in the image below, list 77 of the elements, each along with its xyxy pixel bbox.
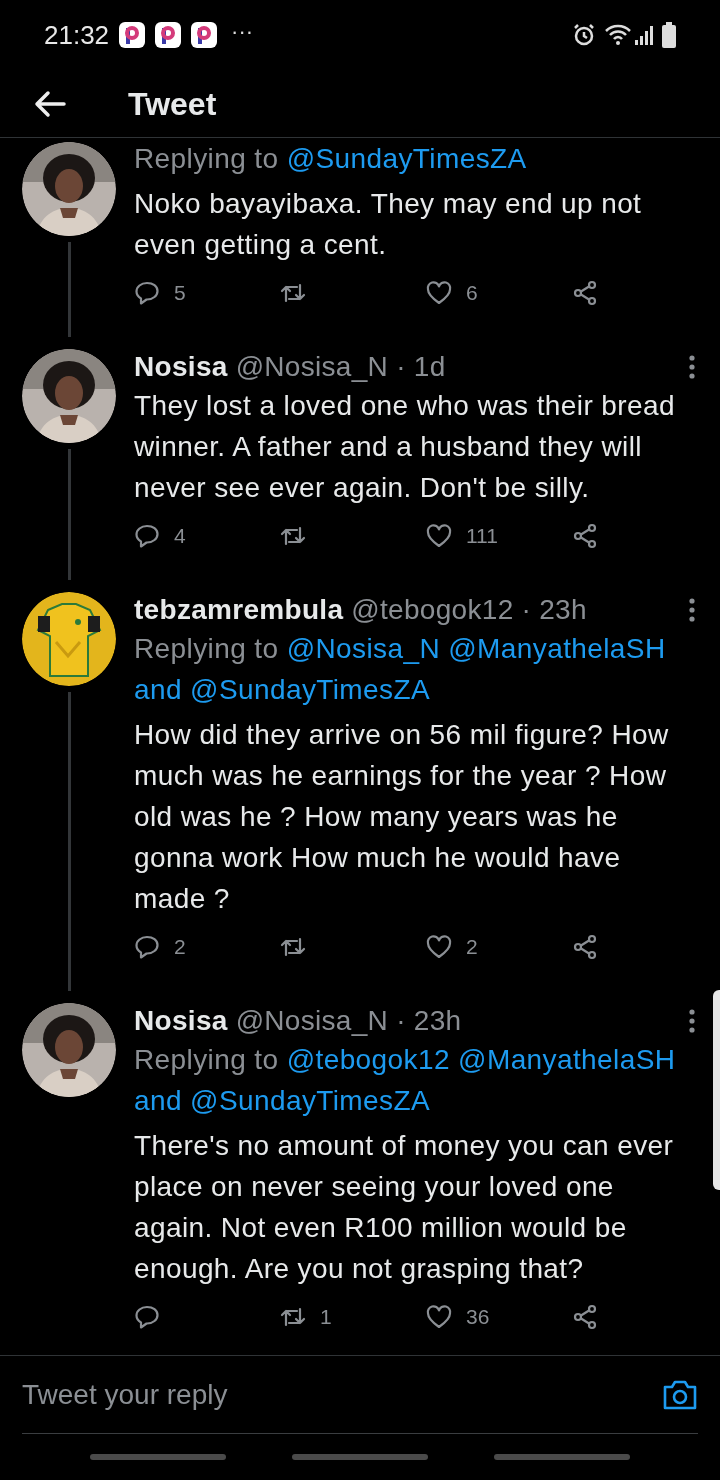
wifi-icon [604,23,632,47]
reply-count: 2 [174,934,186,961]
mention-link[interactable]: @Nosisa_N [286,633,441,664]
like-count: 6 [466,280,478,307]
app-icon [119,22,146,48]
replying-label: Replying to [134,633,279,664]
camera-button[interactable] [662,1378,698,1411]
battery-icon [662,22,676,48]
scroll-handle[interactable] [713,990,720,1190]
share-button[interactable] [572,1304,598,1330]
like-button[interactable] [426,280,452,306]
more-icon [688,598,696,622]
page-title: Tweet [128,84,217,124]
user-handle[interactable]: @Nosisa_N [235,1000,389,1042]
app-icon [191,22,218,48]
replying-label: Replying to [134,1044,279,1075]
reply-icon [134,1304,160,1330]
more-icon [688,1009,696,1033]
share-icon [572,934,598,960]
user-name[interactable]: Nosisa [134,1000,228,1042]
back-arrow-icon [34,89,66,118]
more-button[interactable] [688,1009,696,1033]
more-button[interactable] [688,355,696,379]
mention-link[interactable]: @ManyathelaSH [448,633,666,664]
mention-link[interactable]: and @SundayTimesZA [134,1085,431,1116]
reply-icon [134,523,160,549]
reply-button[interactable] [134,523,160,549]
share-button[interactable] [572,934,598,960]
like-button[interactable] [426,1304,452,1330]
user-name[interactable]: Nosisa [134,346,228,388]
reply-button[interactable] [134,280,160,306]
tweet-time: · 23h [521,593,587,627]
like-count: 36 [466,1304,490,1331]
reply-count: 4 [174,523,186,550]
replying-label: Replying to [134,143,279,174]
signal-icon [634,24,654,46]
tweet-time: · 23h [396,1004,462,1038]
heart-icon [426,523,452,549]
share-icon [572,280,598,306]
heart-icon [426,280,452,306]
user-handle[interactable]: @Nosisa_N [235,346,389,388]
alarm-icon [572,23,596,47]
heart-icon [426,1304,452,1330]
like-count: 111 [466,523,498,550]
mention-link[interactable]: @tebogok12 [286,1044,450,1075]
mention-link[interactable]: @ManyathelaSH [458,1044,676,1075]
share-button[interactable] [572,523,598,549]
reply-count: 5 [174,280,186,307]
more-notifications: ··· [231,17,254,46]
reply-icon [134,280,160,306]
user-name[interactable]: tebzamrembula [134,589,344,631]
share-icon [572,1304,598,1330]
mention-link[interactable]: @SundayTimesZA [286,143,527,174]
tweet-time: · 1d [396,350,446,384]
tweet-text: How did they arrive on 56 mil figure? How much was he earnings for the year ? How old was he ? How many years was he gonna work How much he would have made ? [134,718,670,916]
retweet-count: 1 [320,1304,332,1331]
user-handle[interactable]: @tebogok12 [351,589,514,631]
status-time: 21:32 [44,18,110,52]
reply-icon [134,934,160,960]
reply-input[interactable]: Tweet your reply [22,1373,662,1416]
reply-button[interactable] [134,1304,160,1330]
like-count: 2 [466,934,478,961]
more-button[interactable] [688,598,696,622]
heart-icon [426,934,452,960]
like-button[interactable] [426,523,452,549]
app-icon [155,22,182,48]
tweet-text: Noko bayayibaxa. They may end up not even getting a cent. [134,187,643,262]
share-icon [572,523,598,549]
like-button[interactable] [426,934,452,960]
share-button[interactable] [572,280,598,306]
reply-button[interactable] [134,934,160,960]
back-button[interactable] [34,89,66,118]
more-icon [688,355,696,379]
tweet-text: There's no amount of money you can ever place on never seeing your loved one again. Not even R100 million would be enough. Are you not grasping that? [134,1129,675,1286]
mention-link[interactable]: and @SundayTimesZA [134,674,431,705]
camera-icon [662,1378,698,1411]
tweet-text: They lost a loved one who was their bread winner. A father and a husband they will never see ever again. Don't be silly. [134,389,676,505]
